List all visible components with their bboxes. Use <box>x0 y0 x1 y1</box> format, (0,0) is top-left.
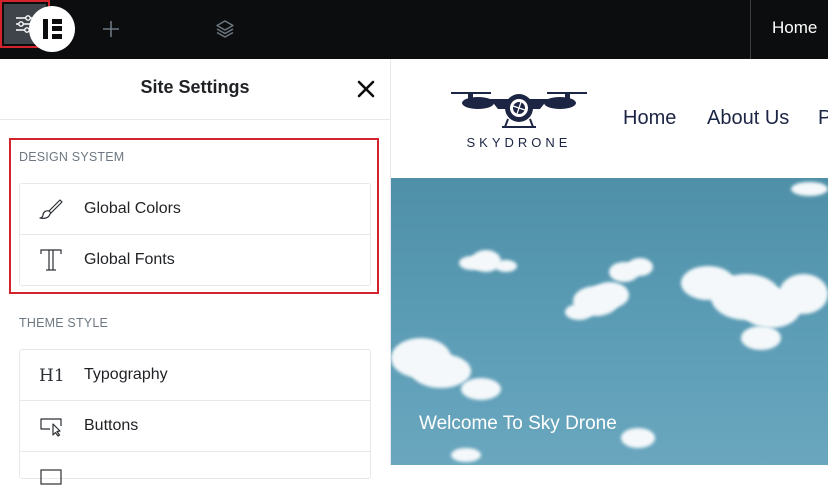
theme-style-card: H1 Typography Buttons <box>19 349 371 485</box>
global-colors-item[interactable]: Global Colors <box>20 184 370 235</box>
global-fonts-label: Global Fonts <box>84 251 175 268</box>
panel-title: Site Settings <box>140 77 250 97</box>
font-t-icon <box>40 249 62 271</box>
hero-heading: Welcome To Sky Drone <box>419 413 617 434</box>
add-element-button[interactable] <box>94 12 128 46</box>
site-nav-about[interactable]: About Us <box>707 107 789 130</box>
image-icon <box>40 469 62 485</box>
site-settings-panel: Site Settings DESIGN SYSTEM Global Color… <box>0 59 391 485</box>
layers-icon <box>216 20 234 38</box>
structure-button[interactable] <box>208 12 242 46</box>
drone-logo-icon <box>451 92 587 128</box>
editor-top-bar: Home <box>0 0 828 59</box>
buttons-label: Buttons <box>84 417 139 434</box>
global-fonts-item[interactable]: Global Fonts <box>20 235 370 285</box>
images-item[interactable] <box>20 452 370 502</box>
hero-section: Welcome To Sky Drone <box>391 178 828 465</box>
typography-item[interactable]: H1 Typography <box>20 350 370 401</box>
brush-icon <box>39 199 63 219</box>
site-nav-partial[interactable]: P <box>818 107 828 130</box>
close-button[interactable] <box>352 75 380 103</box>
brand-name: SKYDRONE <box>466 135 572 150</box>
panel-header: Site Settings <box>0 59 390 120</box>
design-system-card: Global Colors Global Fonts <box>19 183 371 286</box>
site-preview: SKYDRONE Home About Us P Welcome To Sky … <box>391 59 828 465</box>
close-icon <box>357 80 375 98</box>
svg-text:H1: H1 <box>39 366 65 386</box>
site-header: SKYDRONE Home About Us P <box>391 59 828 178</box>
elementor-logo-icon[interactable] <box>29 6 75 52</box>
skydrone-logo[interactable]: SKYDRONE <box>448 87 590 157</box>
typography-label: Typography <box>84 366 168 383</box>
h1-icon: H1 <box>39 366 65 386</box>
site-nav-home[interactable]: Home <box>623 107 676 130</box>
preview-nav-home[interactable]: Home <box>772 18 817 38</box>
plus-icon <box>103 21 119 37</box>
buttons-item[interactable]: Buttons <box>20 401 370 452</box>
theme-style-label: THEME STYLE <box>19 316 109 330</box>
design-system-label: DESIGN SYSTEM <box>19 150 125 164</box>
topbar-divider <box>750 0 751 59</box>
global-colors-label: Global Colors <box>84 200 181 217</box>
button-pointer-icon <box>40 418 62 437</box>
